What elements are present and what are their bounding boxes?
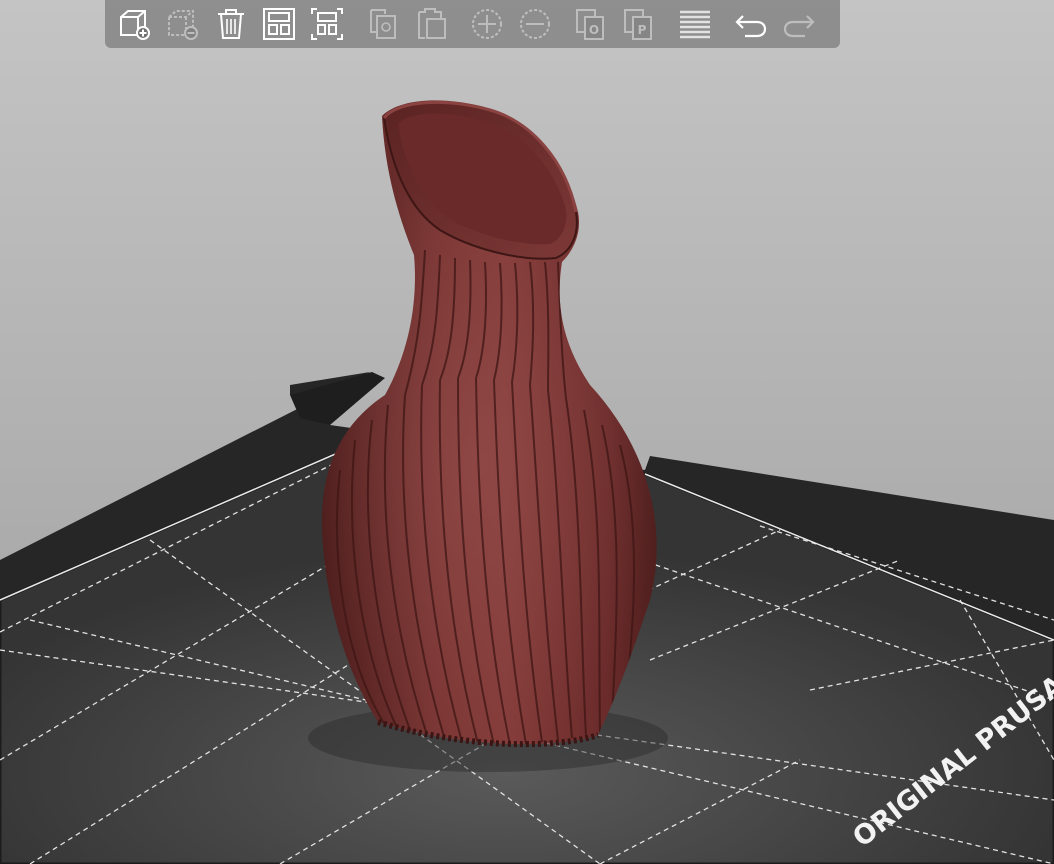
split-to-objects-button[interactable]: O <box>569 4 613 44</box>
remove-instance-icon <box>520 9 550 39</box>
delete-all-icon <box>218 9 244 39</box>
svg-text:P: P <box>638 23 647 37</box>
arrange-selection-icon <box>311 8 343 40</box>
split-to-objects-icon: O <box>576 9 604 40</box>
scene-canvas[interactable]: ORIGINAL PRUSA <box>0 0 1054 864</box>
delete-object-button[interactable] <box>161 4 205 44</box>
add-object-button[interactable] <box>113 4 157 44</box>
copy-icon <box>370 9 396 39</box>
copy-button[interactable] <box>361 4 405 44</box>
undo-icon <box>735 15 767 38</box>
arrange-selection-button[interactable] <box>305 4 349 44</box>
add-instance-icon <box>472 9 502 39</box>
svg-text:O: O <box>589 23 599 37</box>
split-to-parts-icon: P <box>624 9 652 40</box>
delete-all-button[interactable] <box>209 4 253 44</box>
paste-icon <box>418 8 446 39</box>
redo-button[interactable] <box>777 4 821 44</box>
add-instance-button[interactable] <box>465 4 509 44</box>
redo-icon <box>783 15 815 38</box>
undo-button[interactable] <box>729 4 773 44</box>
split-to-parts-button[interactable]: P <box>617 4 661 44</box>
layer-editing-button[interactable] <box>673 4 717 44</box>
layer-editing-icon <box>680 10 710 39</box>
main-toolbar: O P <box>105 0 840 48</box>
remove-instance-button[interactable] <box>513 4 557 44</box>
delete-object-icon <box>168 10 198 40</box>
paste-button[interactable] <box>409 4 453 44</box>
add-object-icon <box>120 10 150 40</box>
3d-viewport[interactable]: ORIGINAL PRUSA O P <box>0 0 1054 864</box>
arrange-icon <box>263 8 295 40</box>
arrange-button[interactable] <box>257 4 301 44</box>
